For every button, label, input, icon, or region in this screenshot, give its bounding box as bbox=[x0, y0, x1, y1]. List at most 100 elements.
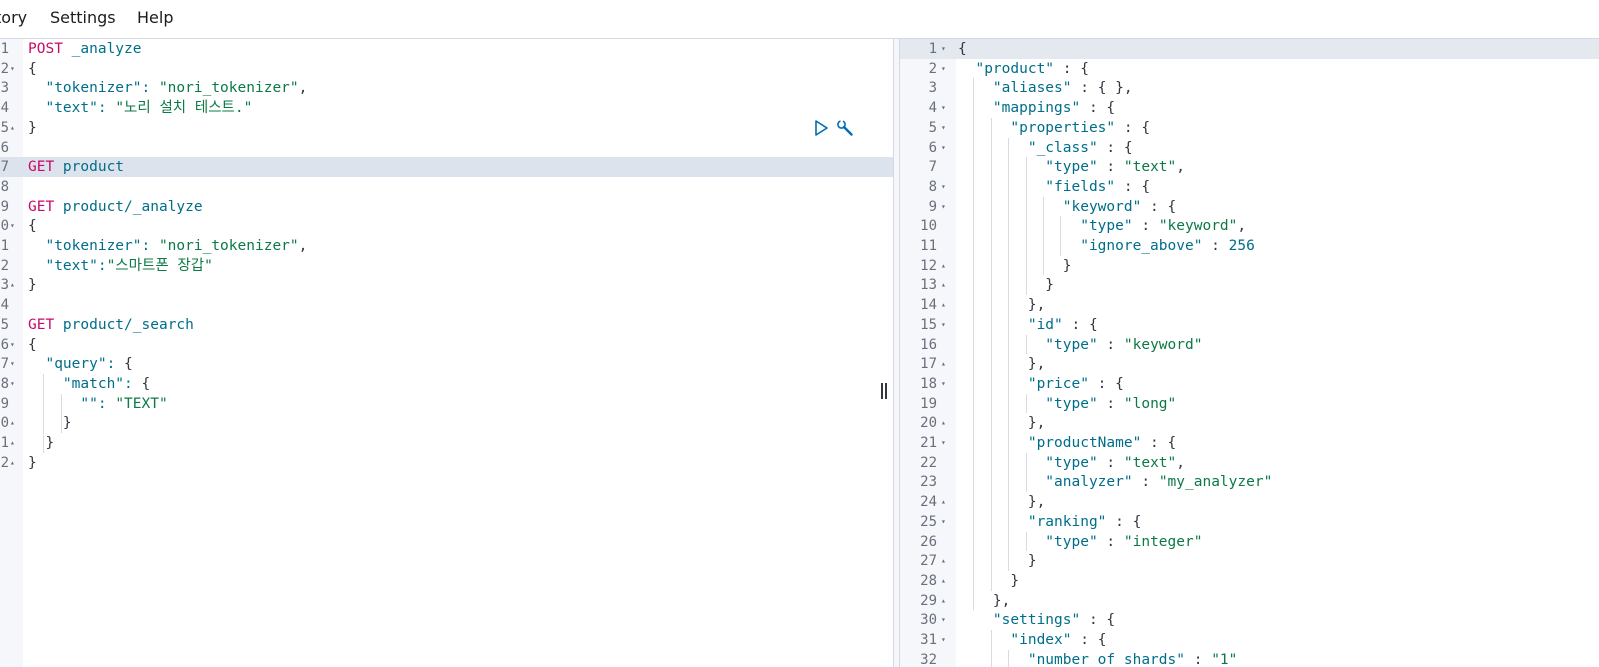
fold-expand-icon[interactable]: ▴ bbox=[941, 354, 946, 374]
resize-handle-icon[interactable] bbox=[879, 383, 889, 403]
response_viewer-line[interactable]: 15 ▾ "id" : { bbox=[900, 315, 1599, 335]
response_viewer-line[interactable]: 13 ▴ } bbox=[900, 275, 1599, 295]
fold-collapse-icon[interactable]: ▾ bbox=[10, 59, 15, 79]
fold-expand-icon[interactable]: ▴ bbox=[10, 275, 15, 295]
wrench-icon[interactable] bbox=[836, 119, 854, 137]
response_viewer-line[interactable]: 31 ▾ "index" : { bbox=[900, 630, 1599, 650]
fold-expand-icon[interactable]: ▴ bbox=[941, 551, 946, 571]
pane-divider[interactable] bbox=[893, 39, 900, 667]
request_editor-line[interactable]: 1 ▴ } bbox=[0, 433, 893, 453]
code-token: }, bbox=[958, 297, 1046, 314]
request_editor-line[interactable]: 8 bbox=[0, 177, 893, 197]
code-token: } bbox=[958, 277, 1055, 294]
request_editor-line[interactable]: 2 ▾ { bbox=[0, 59, 893, 79]
response_viewer-line[interactable]: 26 "type" : "integer" bbox=[900, 532, 1599, 552]
request_editor-line[interactable]: 8 ▾ "match": { bbox=[0, 374, 893, 394]
response_viewer-line[interactable]: 20 ▴ }, bbox=[900, 413, 1599, 433]
response_viewer-line[interactable]: 16 "type" : "keyword" bbox=[900, 335, 1599, 355]
fold-collapse-icon[interactable]: ▾ bbox=[941, 138, 946, 158]
response_viewer-line[interactable]: 19 "type" : "long" bbox=[900, 394, 1599, 414]
play-icon[interactable] bbox=[812, 119, 830, 137]
response_viewer-line[interactable]: 17 ▴ }, bbox=[900, 354, 1599, 374]
fold-expand-icon[interactable]: ▴ bbox=[941, 571, 946, 591]
fold-expand-icon[interactable]: ▴ bbox=[941, 492, 946, 512]
fold-expand-icon[interactable]: ▴ bbox=[941, 295, 946, 315]
response_viewer-line[interactable]: 1 ▾ { bbox=[900, 39, 1599, 59]
fold-collapse-icon[interactable]: ▾ bbox=[10, 374, 15, 394]
request_editor-line[interactable]: 6 bbox=[0, 138, 893, 158]
menu-item-settings[interactable]: Settings bbox=[50, 8, 116, 27]
fold-expand-icon[interactable]: ▴ bbox=[10, 453, 15, 473]
response_viewer-line[interactable]: 29 ▴ }, bbox=[900, 591, 1599, 611]
response_viewer-line[interactable]: 4 ▾ "mappings" : { bbox=[900, 98, 1599, 118]
menu-item-history[interactable]: tory bbox=[0, 8, 27, 27]
request_editor-line[interactable]: 0 ▾ { bbox=[0, 216, 893, 236]
fold-collapse-icon[interactable]: ▾ bbox=[941, 177, 946, 197]
response_viewer-line[interactable]: 6 ▾ "_class" : { bbox=[900, 138, 1599, 158]
request_editor-line[interactable]: 1 "tokenizer": "nori_tokenizer", bbox=[0, 236, 893, 256]
response_viewer-line[interactable]: 10 "type" : "keyword", bbox=[900, 216, 1599, 236]
response_viewer-line[interactable]: 5 ▾ "properties" : { bbox=[900, 118, 1599, 138]
fold-collapse-icon[interactable]: ▾ bbox=[10, 216, 15, 236]
response_viewer-line[interactable]: 32 "number_of_shards" : "1" bbox=[900, 650, 1599, 667]
fold-collapse-icon[interactable]: ▾ bbox=[10, 354, 15, 374]
request_editor-line[interactable]: 5 GET product/_search bbox=[0, 315, 893, 335]
request_editor-line[interactable]: 3 "tokenizer": "nori_tokenizer", bbox=[0, 78, 893, 98]
response_viewer-line[interactable]: 21 ▾ "productName" : { bbox=[900, 433, 1599, 453]
request_editor-line[interactable]: 2 "text":"스마트폰 장갑" bbox=[0, 256, 893, 276]
fold-collapse-icon[interactable]: ▾ bbox=[941, 610, 946, 630]
fold-expand-icon[interactable]: ▴ bbox=[941, 275, 946, 295]
fold-expand-icon[interactable]: ▴ bbox=[941, 591, 946, 611]
response_viewer-line[interactable]: 8 ▾ "fields" : { bbox=[900, 177, 1599, 197]
fold-collapse-icon[interactable]: ▾ bbox=[941, 59, 946, 79]
response_viewer-line[interactable]: 9 ▾ "keyword" : { bbox=[900, 197, 1599, 217]
request_editor-line[interactable]: 7 GET product bbox=[0, 157, 893, 178]
response_viewer-line[interactable]: 3 "aliases" : { }, bbox=[900, 78, 1599, 98]
response_viewer-line[interactable]: 27 ▴ } bbox=[900, 551, 1599, 571]
response_viewer-line[interactable]: 23 "analyzer" : "my_analyzer" bbox=[900, 472, 1599, 492]
fold-expand-icon[interactable]: ▴ bbox=[10, 118, 15, 138]
fold-expand-icon[interactable]: ▴ bbox=[941, 413, 946, 433]
request_editor-line[interactable]: 7 ▾ "query": { bbox=[0, 354, 893, 374]
fold-collapse-icon[interactable]: ▾ bbox=[941, 630, 946, 650]
request_editor-line[interactable]: 4 "text": "노리 설치 테스트." bbox=[0, 98, 893, 118]
fold-collapse-icon[interactable]: ▾ bbox=[941, 433, 946, 453]
response_viewer-line[interactable]: 30 ▾ "settings" : { bbox=[900, 610, 1599, 630]
request_editor-line[interactable]: 3 ▴} bbox=[0, 275, 893, 295]
fold-collapse-icon[interactable]: ▾ bbox=[941, 315, 946, 335]
fold-collapse-icon[interactable]: ▾ bbox=[941, 512, 946, 532]
menu-item-help[interactable]: Help bbox=[137, 8, 173, 27]
response_viewer-line[interactable]: 24 ▴ }, bbox=[900, 492, 1599, 512]
response_viewer-line[interactable]: 7 "type" : "text", bbox=[900, 157, 1599, 177]
response_viewer-line[interactable]: 22 "type" : "text", bbox=[900, 453, 1599, 473]
request_editor-line[interactable]: 2 ▴} bbox=[0, 453, 893, 473]
indent-guide bbox=[60, 393, 62, 433]
fold-collapse-icon[interactable]: ▾ bbox=[941, 197, 946, 217]
fold-collapse-icon[interactable]: ▾ bbox=[941, 118, 946, 138]
response-viewer[interactable]: 1 ▾{2 ▾ "product" : {3 "aliases" : { }, 4 ▾ … bbox=[900, 39, 1599, 667]
request-editor[interactable]: 1 POST _analyze 2 ▾{3 "tokenizer": "nori_to… bbox=[0, 39, 893, 667]
request_editor-line[interactable]: 5 ▴} bbox=[0, 118, 893, 138]
request_editor-line[interactable]: 0 ▴ } bbox=[0, 413, 893, 433]
response_viewer-line[interactable]: 12 ▴ } bbox=[900, 256, 1599, 276]
response_viewer-line[interactable]: 28 ▴ } bbox=[900, 571, 1599, 591]
response_viewer-line[interactable]: 25 ▾ "ranking" : { bbox=[900, 512, 1599, 532]
code-token: "keyword" bbox=[1123, 336, 1203, 353]
fold-collapse-icon[interactable]: ▾ bbox=[941, 39, 946, 59]
fold-expand-icon[interactable]: ▴ bbox=[941, 256, 946, 276]
response_viewer-line[interactable]: 11 "ignore_above" : 256 bbox=[900, 236, 1599, 256]
code-token: "keyword" bbox=[1158, 218, 1238, 235]
request_editor-line[interactable]: 4 bbox=[0, 295, 893, 315]
response_viewer-line[interactable]: 18 ▾ "price" : { bbox=[900, 374, 1599, 394]
request_editor-line[interactable]: 9 "": "TEXT" bbox=[0, 394, 893, 414]
fold-expand-icon[interactable]: ▴ bbox=[10, 433, 15, 453]
fold-expand-icon[interactable]: ▴ bbox=[10, 413, 15, 433]
fold-collapse-icon[interactable]: ▾ bbox=[10, 335, 15, 355]
fold-collapse-icon[interactable]: ▾ bbox=[941, 98, 946, 118]
request_editor-line[interactable]: 6 ▾ { bbox=[0, 335, 893, 355]
response_viewer-line[interactable]: 2 ▾ "product" : { bbox=[900, 59, 1599, 79]
request_editor-line[interactable]: 1 POST _analyze bbox=[0, 39, 893, 59]
request_editor-line[interactable]: 9 GET product/_analyze bbox=[0, 197, 893, 217]
fold-collapse-icon[interactable]: ▾ bbox=[941, 374, 946, 394]
response_viewer-line[interactable]: 14 ▴ }, bbox=[900, 295, 1599, 315]
